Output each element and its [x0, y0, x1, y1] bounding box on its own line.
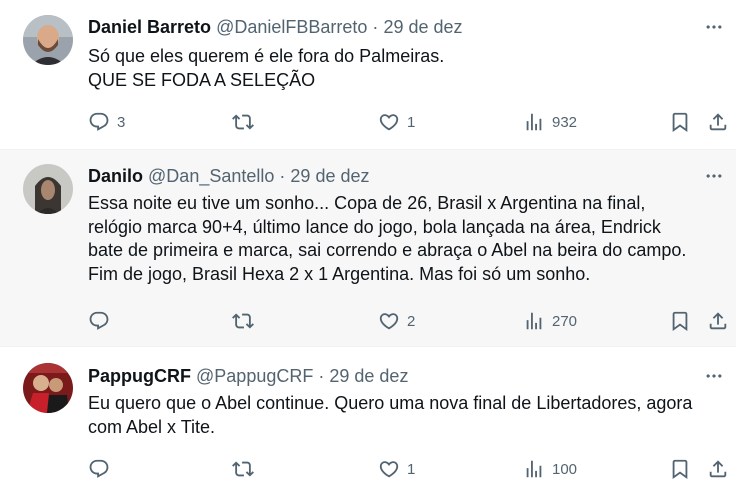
separator-dot: ·: [372, 17, 379, 37]
tweet-text-line: com Abel x Tite.: [88, 416, 216, 437]
reply-icon: [88, 310, 110, 332]
more-horizontal-icon[interactable]: [702, 366, 726, 386]
share-icon: [707, 111, 729, 133]
retweet-button[interactable]: [232, 309, 261, 333]
views-chart-icon: [523, 111, 545, 133]
like-count: 2: [407, 312, 416, 330]
tweet-header: Danilo @Dan_Santello · 29 de dez: [88, 164, 370, 188]
tweet-header: PappugCRF @PappugCRF · 29 de dez: [88, 364, 408, 388]
like-button[interactable]: 1: [378, 457, 415, 481]
bookmark-icon: [669, 310, 691, 332]
tweet-header: Daniel Barreto @DanielFBBarreto · 29 de …: [88, 15, 463, 39]
views-button[interactable]: 270: [523, 309, 577, 333]
display-name[interactable]: PappugCRF: [88, 366, 191, 386]
views-button[interactable]: 100: [523, 457, 577, 481]
more-horizontal-icon[interactable]: [702, 17, 726, 37]
avatar[interactable]: [23, 363, 73, 413]
share-button[interactable]: [707, 309, 729, 333]
timestamp[interactable]: 29 de dez: [290, 166, 369, 186]
share-icon: [707, 310, 729, 332]
separator-dot: ·: [318, 366, 325, 386]
display-name[interactable]: Daniel Barreto: [88, 17, 211, 37]
tweet-text: Essa noite eu tive um sonho... Copa de 2…: [88, 192, 728, 286]
tweet-text-line: Só que eles querem é ele fora do Palmeir…: [88, 46, 445, 66]
reply-button[interactable]: 3: [88, 110, 125, 134]
retweet-icon: [232, 111, 254, 133]
tweet-text-line: Eu quero que o Abel continue. Quero uma …: [88, 393, 693, 413]
tweet[interactable]: Daniel Barreto @DanielFBBarreto · 29 de …: [0, 0, 736, 150]
like-count: 1: [407, 113, 416, 131]
heart-icon: [378, 458, 400, 480]
bookmark-button[interactable]: [669, 457, 691, 481]
retweet-icon: [232, 458, 254, 480]
bookmark-icon: [669, 111, 691, 133]
retweet-icon: [232, 310, 254, 332]
views-chart-icon: [523, 458, 545, 480]
reply-button[interactable]: [88, 457, 117, 481]
retweet-button[interactable]: [232, 110, 261, 134]
tweet-text-line: Fim de jogo, Brasil Hexa 2 x 1 Argentina…: [88, 263, 591, 284]
like-button[interactable]: 1: [378, 110, 415, 134]
tweet-actions: 1 100: [88, 457, 732, 481]
reply-button[interactable]: [88, 309, 117, 333]
display-name[interactable]: Danilo: [88, 166, 143, 186]
bookmark-button[interactable]: [669, 309, 691, 333]
share-icon: [707, 458, 729, 480]
tweet-text: Eu quero que o Abel continue. Quero uma …: [88, 392, 728, 439]
tweet-actions: 2 270: [88, 309, 732, 333]
reply-icon: [88, 111, 110, 133]
view-count: 100: [552, 460, 578, 478]
user-handle[interactable]: @PappugCRF: [196, 366, 313, 386]
timestamp[interactable]: 29 de dez: [383, 17, 462, 37]
tweet-text: Só que eles querem é ele fora do Palmeir…: [88, 45, 728, 92]
heart-icon: [378, 310, 400, 332]
timestamp[interactable]: 29 de dez: [329, 366, 408, 386]
avatar[interactable]: [23, 15, 73, 65]
tweet-actions: 3 1 932: [88, 110, 732, 134]
tweet-text-line: relógio marca 90+4, último lance do jogo…: [88, 216, 661, 237]
like-button[interactable]: 2: [378, 309, 415, 333]
tweet[interactable]: PappugCRF @PappugCRF · 29 de dez Eu quer…: [0, 347, 736, 483]
user-handle[interactable]: @Dan_Santello: [148, 166, 274, 186]
tweet-text-line: bate de primeira e marca, sai correndo e…: [88, 240, 687, 260]
user-handle[interactable]: @DanielFBBarreto: [216, 17, 367, 37]
share-button[interactable]: [707, 110, 729, 134]
view-count: 932: [552, 113, 578, 131]
retweet-button[interactable]: [232, 457, 261, 481]
tweet-text-line: QUE SE FODA A SELEÇÃO: [88, 69, 316, 90]
reply-icon: [88, 458, 110, 480]
bookmark-icon: [669, 458, 691, 480]
view-count: 270: [552, 312, 578, 330]
views-chart-icon: [523, 310, 545, 332]
views-button[interactable]: 932: [523, 110, 577, 134]
share-button[interactable]: [707, 457, 729, 481]
reply-count: 3: [117, 113, 126, 131]
separator-dot: ·: [279, 166, 286, 186]
like-count: 1: [407, 460, 416, 478]
tweet-text-line: Essa noite eu tive um sonho... Copa de 2…: [88, 193, 646, 213]
heart-icon: [378, 111, 400, 133]
avatar[interactable]: [23, 164, 73, 214]
bookmark-button[interactable]: [669, 110, 691, 134]
more-horizontal-icon[interactable]: [702, 166, 726, 186]
tweet[interactable]: Danilo @Dan_Santello · 29 de dez Essa no…: [0, 150, 736, 347]
